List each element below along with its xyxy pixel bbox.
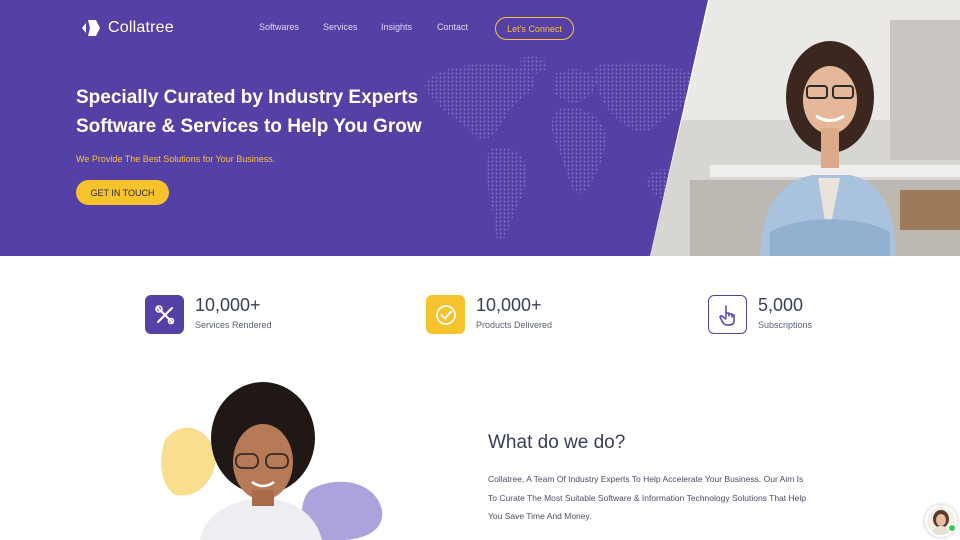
hero-subtitle: We Provide The Best Solutions for Your B… — [76, 154, 276, 164]
hero-title: Specially Curated by Industry Experts So… — [76, 83, 422, 141]
stat-label: Subscriptions — [758, 320, 813, 330]
logo[interactable]: Collatree — [78, 16, 174, 40]
hero-title-line-2: Software & Services to Help You Grow — [76, 116, 422, 137]
stat-value: 10,000+ — [195, 295, 261, 315]
main-nav: Softwares Services Insights Contact — [259, 22, 477, 32]
stat-label: Products Delivered — [476, 320, 553, 330]
pointer-hand-icon — [708, 295, 747, 334]
online-status-dot — [948, 524, 956, 532]
hero-title-line-1: Specially Curated by Industry Experts — [76, 87, 419, 108]
nav-services[interactable]: Services — [323, 22, 381, 32]
stat-value: 5,000 — [758, 295, 804, 315]
nav-softwares[interactable]: Softwares — [259, 22, 323, 32]
tools-icon — [145, 295, 184, 334]
stat-subscriptions: 5,000 Subscriptions — [708, 295, 812, 334]
woman-illustration — [161, 382, 383, 540]
hero-photo — [650, 0, 960, 256]
lets-connect-button[interactable]: Let's Connect — [495, 17, 574, 40]
get-in-touch-button[interactable]: GET IN TOUCH — [76, 180, 169, 205]
stat-products: 10,000+ Products Delivered — [426, 295, 552, 334]
section-title: What do we do? — [488, 432, 626, 453]
stat-label: Services Rendered — [195, 320, 272, 330]
section-body: Collatree, A Team Of Industry Experts To… — [488, 474, 806, 521]
nav-insights[interactable]: Insights — [381, 22, 437, 32]
stat-value: 10,000+ — [476, 295, 542, 315]
chat-avatar[interactable] — [925, 505, 957, 537]
stat-services: 10,000+ Services Rendered — [145, 295, 272, 334]
logo-mark-icon — [82, 20, 100, 36]
brand-name: Collatree — [108, 19, 174, 36]
check-circle-icon — [426, 295, 465, 334]
nav-contact[interactable]: Contact — [437, 22, 477, 32]
